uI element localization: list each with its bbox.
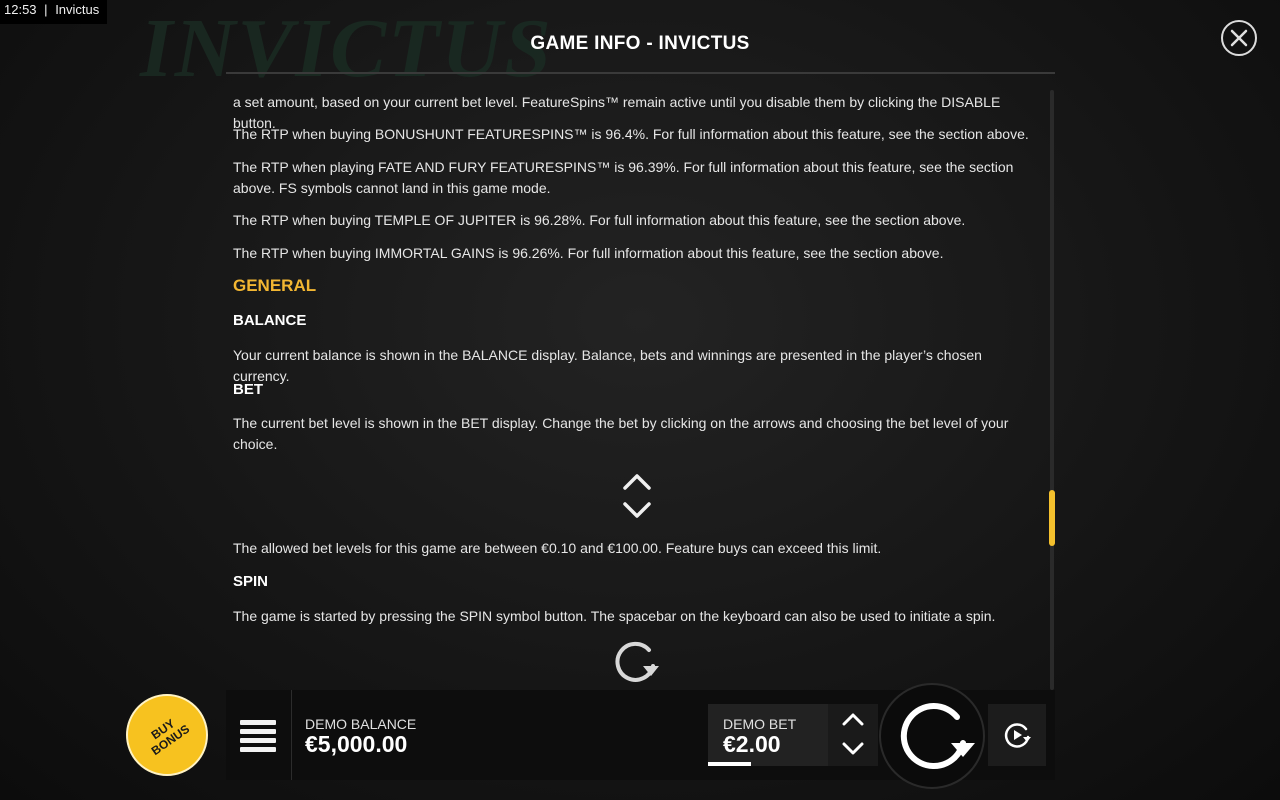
menu-icon-line bbox=[240, 747, 276, 752]
spin-icon bbox=[615, 641, 659, 682]
bet-stepper bbox=[828, 704, 878, 766]
subsection-title-balance: BALANCE bbox=[233, 312, 307, 329]
close-button[interactable] bbox=[1221, 20, 1257, 56]
subsection-title-bet: BET bbox=[233, 381, 263, 398]
scrollbar-track[interactable] bbox=[1050, 90, 1054, 690]
close-icon bbox=[1230, 29, 1248, 47]
scrollbar-thumb[interactable] bbox=[1049, 490, 1055, 546]
status-time: 12:53 bbox=[4, 2, 37, 17]
balance-value: €5,000.00 bbox=[305, 731, 408, 757]
info-paragraph: The RTP when buying IMMORTAL GAINS is 96… bbox=[226, 243, 1038, 264]
header-divider bbox=[226, 72, 1055, 74]
status-app-name: Invictus bbox=[55, 2, 100, 17]
menu-icon-line bbox=[240, 729, 276, 734]
chevron-up-icon[interactable] bbox=[842, 712, 864, 726]
spin-arrow-icon bbox=[900, 703, 975, 770]
paragraph-text: The RTP when buying BONUSHUNT FEATURESPI… bbox=[233, 126, 1029, 142]
bet-value: €2.00 bbox=[723, 731, 781, 757]
autoplay-button[interactable] bbox=[988, 704, 1046, 766]
spin-button[interactable] bbox=[879, 683, 985, 789]
subsection-title-spin: SPIN bbox=[233, 573, 269, 590]
info-paragraph: The game is started by pressing the SPIN… bbox=[226, 606, 1038, 627]
menu-icon bbox=[240, 720, 276, 725]
paragraph-text: The RTP when playing FATE AND FURY FEATU… bbox=[233, 159, 1014, 196]
buy-bonus-label: BUY BONUS bbox=[148, 716, 193, 759]
paragraph-text: The current bet level is shown in the BE… bbox=[233, 415, 1009, 452]
status-separator: | bbox=[44, 2, 48, 17]
paragraph-text: The RTP when buying IMMORTAL GAINS is 96… bbox=[233, 245, 944, 261]
info-paragraph: The RTP when playing FATE AND FURY FEATU… bbox=[226, 157, 1038, 199]
menu-icon-line bbox=[240, 738, 276, 743]
info-paragraph: The allowed bet levels for this game are… bbox=[226, 538, 1038, 559]
autoplay-icon bbox=[1004, 723, 1031, 748]
paragraph-text: Your current balance is shown in the BAL… bbox=[233, 347, 982, 384]
buy-bonus-button[interactable]: BUY BONUS bbox=[126, 694, 208, 776]
section-title-general: GENERAL bbox=[233, 276, 317, 295]
chevron-down-icon[interactable] bbox=[842, 742, 864, 756]
info-paragraph: The RTP when buying BONUSHUNT FEATURESPI… bbox=[226, 124, 1038, 145]
info-paragraph: The RTP when buying TEMPLE OF JUPITER is… bbox=[226, 210, 1038, 231]
info-paragraph: The current bet level is shown in the BE… bbox=[226, 413, 1038, 455]
paragraph-text: The game is started by pressing the SPIN… bbox=[233, 608, 996, 624]
bet-arrows-icon bbox=[623, 474, 651, 518]
paragraph-text: The RTP when buying TEMPLE OF JUPITER is… bbox=[233, 212, 966, 228]
bottom-divider bbox=[291, 690, 292, 780]
status-bar: 12:53 | Invictus bbox=[0, 0, 108, 24]
info-content[interactable]: a set amount, based on your current bet … bbox=[226, 90, 1046, 690]
paragraph-text: The allowed bet levels for this game are… bbox=[233, 540, 882, 556]
info-paragraph: Your current balance is shown in the BAL… bbox=[226, 345, 1038, 387]
bet-level-indicator bbox=[708, 762, 751, 766]
page-title: GAME INFO - INVICTUS bbox=[530, 33, 750, 54]
balance-label: DEMO BALANCE bbox=[305, 716, 417, 732]
menu-button[interactable] bbox=[240, 720, 276, 752]
bet-label: DEMO BET bbox=[723, 716, 797, 732]
